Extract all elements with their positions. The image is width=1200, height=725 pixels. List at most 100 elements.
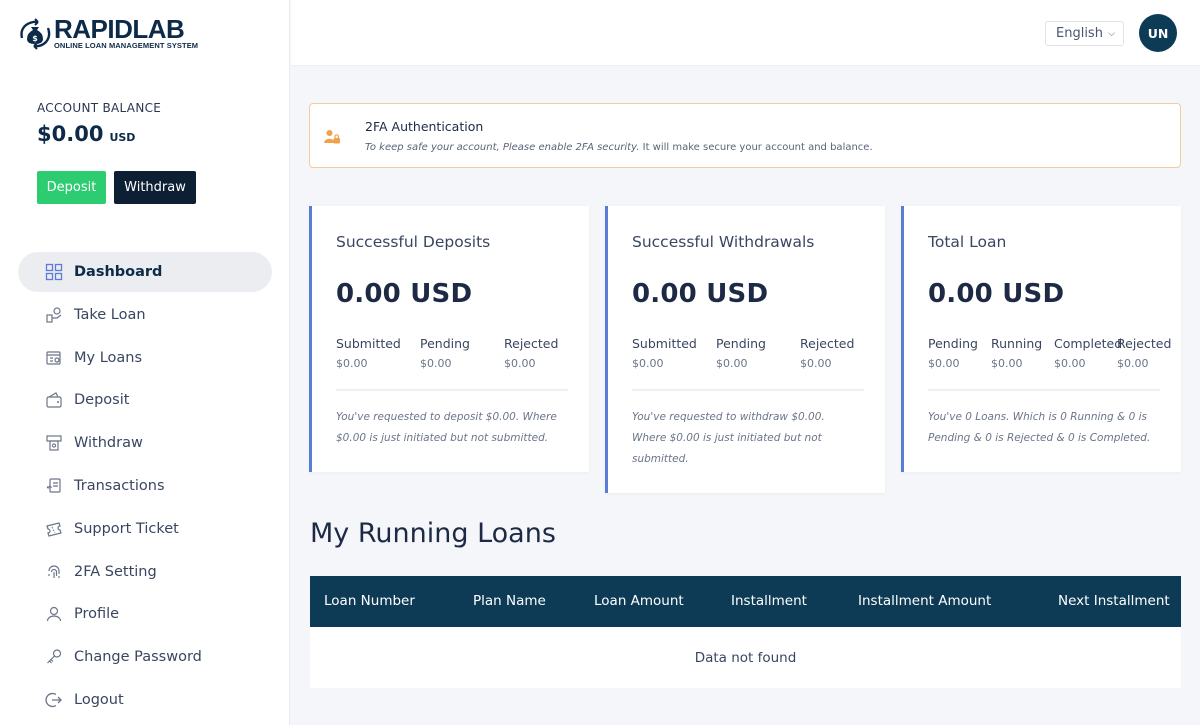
- stat-value: $0.00: [1117, 357, 1149, 370]
- user-avatar[interactable]: UN: [1139, 14, 1177, 52]
- brand-logo[interactable]: $ RAPIDLAB ONLINE LOAN MANAGEMENT SYSTEM: [18, 16, 198, 50]
- stat-value: $0.00: [928, 357, 960, 370]
- stat-label: Rejected: [504, 336, 559, 351]
- stat-running: Running $0.00: [991, 336, 1042, 370]
- divider: [928, 389, 1160, 391]
- sidebar-item-change-password[interactable]: Change Password: [18, 637, 272, 677]
- sidebar-item-label: Transactions: [74, 477, 165, 494]
- table-header: Loan Number Plan Name Loan Amount Instal…: [310, 576, 1181, 627]
- sidebar-item-label: Change Password: [74, 649, 202, 666]
- column-header: Plan Name: [473, 593, 546, 609]
- running-loans-title: My Running Loans: [310, 518, 556, 549]
- total-loan-card: Total Loan 0.00 USD Pending $0.00 Runnin…: [901, 206, 1181, 472]
- stat-value: $0.00: [1054, 357, 1086, 370]
- stat-value: $0.00: [991, 357, 1023, 370]
- ticket-icon: [45, 520, 63, 538]
- account-balance: $0.00 USD: [37, 122, 135, 146]
- sidebar-item-label: 2FA Setting: [74, 563, 157, 580]
- brand-tagline: ONLINE LOAN MANAGEMENT SYSTEM: [54, 40, 199, 50]
- dashboard-icon: [45, 263, 63, 281]
- balance-currency: USD: [109, 131, 136, 144]
- language-select[interactable]: English ⌵: [1045, 21, 1124, 46]
- stat-rejected: Rejected $0.00: [504, 336, 558, 370]
- stat-value: $0.00: [504, 357, 536, 370]
- sidebar-item-2fa-setting[interactable]: 2FA Setting: [18, 552, 272, 592]
- card-value: 0.00 USD: [336, 279, 473, 309]
- stat-submitted: Submitted $0.00: [336, 336, 401, 370]
- divider: [632, 389, 864, 391]
- sidebar-item-my-loans[interactable]: My Loans: [18, 338, 272, 378]
- stat-value: $0.00: [716, 357, 748, 370]
- column-header: Installment: [731, 593, 807, 609]
- stat-rejected: Rejected $0.00: [800, 336, 854, 370]
- withdraw-button[interactable]: Withdraw: [114, 171, 196, 204]
- stat-label: Completed: [1054, 336, 1123, 351]
- stat-label: Pending: [716, 336, 766, 351]
- withdraw-icon: [45, 434, 63, 452]
- column-header: Next Installment: [1058, 593, 1170, 609]
- sidebar-item-deposit[interactable]: Deposit: [18, 380, 272, 420]
- sidebar-item-profile[interactable]: Profile: [18, 594, 272, 634]
- card-note: You've requested to deposit $0.00. Where…: [336, 411, 557, 444]
- card-stats: Submitted $0.00 Pending $0.00 Rejected $…: [336, 336, 568, 370]
- sidebar-nav: Dashboard Take Loan My Loans Deposit Wit…: [18, 252, 272, 723]
- stat-label: Rejected: [1117, 336, 1172, 351]
- logout-icon: [45, 691, 63, 709]
- deposits-card: Successful Deposits 0.00 USD Submitted $…: [309, 206, 589, 472]
- card-stats: Pending $0.00 Running $0.00 Completed $0…: [928, 336, 1171, 370]
- sidebar-item-label: Take Loan: [74, 306, 146, 323]
- stat-value: $0.00: [632, 357, 664, 370]
- sidebar-item-transactions[interactable]: Transactions: [18, 466, 272, 506]
- divider: [336, 389, 568, 391]
- withdrawals-card: Successful Withdrawals 0.00 USD Submitte…: [605, 206, 885, 493]
- card-title: Successful Deposits: [336, 233, 491, 251]
- stat-label: Submitted: [336, 336, 401, 351]
- stat-pending: Pending $0.00: [928, 336, 978, 370]
- sidebar-item-label: Deposit: [74, 392, 130, 409]
- user-icon: [45, 605, 63, 623]
- sidebar-item-support-ticket[interactable]: Support Ticket: [18, 509, 272, 549]
- sidebar-item-label: Logout: [74, 691, 124, 708]
- column-header: Loan Number: [324, 593, 415, 609]
- sidebar-item-label: Support Ticket: [74, 520, 179, 537]
- stat-rejected: Rejected $0.00: [1117, 336, 1171, 370]
- column-header: Loan Amount: [594, 593, 684, 609]
- language-value: English: [1056, 26, 1103, 41]
- card-title: Total Loan: [928, 233, 1007, 251]
- stat-submitted: Submitted $0.00: [632, 336, 697, 370]
- sidebar-item-dashboard[interactable]: Dashboard: [18, 252, 272, 292]
- sidebar-item-label: Withdraw: [74, 435, 143, 452]
- top-header: English ⌵ UN: [291, 0, 1200, 66]
- brand-name: RAPIDLAB: [54, 13, 185, 44]
- stat-label: Submitted: [632, 336, 697, 351]
- key-icon: [45, 648, 63, 666]
- sidebar-item-logout[interactable]: Logout: [18, 680, 272, 720]
- chevron-down-icon: ⌵: [1108, 29, 1115, 39]
- sidebar-item-take-loan[interactable]: Take Loan: [18, 295, 272, 335]
- table-empty-row: Data not found: [310, 627, 1181, 688]
- column-header: Installment Amount: [858, 593, 992, 609]
- card-note: You've 0 Loans. Which is 0 Running & 0 i…: [928, 411, 1151, 444]
- stat-pending: Pending $0.00: [420, 336, 470, 370]
- stat-value: $0.00: [336, 357, 368, 370]
- stat-label: Pending: [928, 336, 978, 351]
- stat-completed: Completed $0.00: [1054, 336, 1122, 370]
- empty-state-text: Data not found: [694, 649, 797, 666]
- alert-text-rest: It will make secure your account and bal…: [639, 142, 873, 153]
- card-value: 0.00 USD: [632, 279, 769, 309]
- sidebar-item-withdraw[interactable]: Withdraw: [18, 423, 272, 463]
- balance-amount: $0.00: [37, 122, 104, 146]
- card-stats: Submitted $0.00 Pending $0.00 Rejected $…: [632, 336, 864, 370]
- deposit-button[interactable]: Deposit: [37, 171, 106, 204]
- card-note: You've requested to withdraw $0.00. Wher…: [632, 411, 825, 465]
- stat-label: Pending: [420, 336, 470, 351]
- svg-text:$: $: [32, 34, 38, 43]
- stat-pending: Pending $0.00: [716, 336, 766, 370]
- fingerprint-icon: [45, 563, 63, 581]
- stat-label: Rejected: [800, 336, 855, 351]
- sidebar-item-label: Profile: [74, 606, 120, 623]
- alert-text: To keep safe your account, Please enable…: [365, 142, 873, 153]
- money-bag-icon: $: [18, 16, 52, 50]
- sidebar-item-label: My Loans: [74, 349, 143, 366]
- 2fa-alert: 2FA Authentication To keep safe your acc…: [309, 103, 1181, 168]
